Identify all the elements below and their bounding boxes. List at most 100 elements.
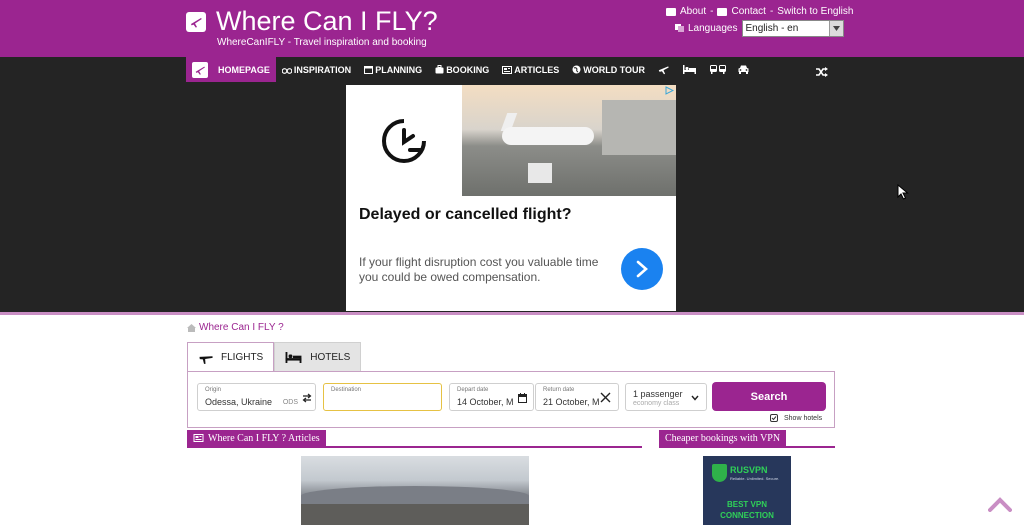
shield-icon <box>712 464 727 482</box>
depart-label: Depart date <box>457 387 489 393</box>
language-row: Languages English - en <box>675 20 844 37</box>
nav-world-tour-label: WORLD TOUR <box>583 64 646 75</box>
breadcrumb: Where Can I FLY ? <box>187 322 284 333</box>
plane-icon[interactable] <box>658 64 669 75</box>
nav-inspiration[interactable]: INSPIRATION <box>281 64 358 75</box>
flight-search-form: Origin Odessa, Ukraine ODS Destination D… <box>187 371 835 428</box>
cabin-class-value: economy class <box>633 400 680 407</box>
mouse-cursor-icon <box>897 184 909 200</box>
newspaper-icon <box>193 434 204 442</box>
close-icon[interactable] <box>600 392 611 403</box>
bed-icon[interactable] <box>683 65 697 74</box>
calendar-icon <box>364 66 374 74</box>
passengers-value: 1 passenger <box>633 389 683 399</box>
envelope-icon <box>717 8 728 16</box>
switch-language-link[interactable]: Switch to English <box>777 6 853 18</box>
chevron-down-icon <box>828 21 843 36</box>
nav-booking-label: BOOKING <box>446 64 490 75</box>
breadcrumb-current[interactable]: Where Can I FLY ? <box>199 322 284 333</box>
origin-code: ODS <box>282 399 298 406</box>
scroll-to-top-icon[interactable] <box>988 496 1012 512</box>
return-label: Return date <box>543 387 575 393</box>
depart-date-field[interactable]: Depart date 14 October, M <box>449 383 534 411</box>
site-logo-icon[interactable] <box>186 12 206 32</box>
divider <box>0 312 1024 315</box>
articles-section-title: Where Can I FLY ? Articles <box>208 432 320 444</box>
search-button[interactable]: Search <box>712 382 826 411</box>
chevron-down-icon <box>691 395 699 401</box>
swap-icon[interactable] <box>302 393 312 403</box>
destination-label: Destination <box>331 387 362 393</box>
vpn-cta-line2: CONNECTION <box>720 511 774 520</box>
passengers-field[interactable]: 1 passenger economy class <box>625 383 707 411</box>
nav-planning[interactable]: PLANNING <box>364 65 429 75</box>
about-link[interactable]: About <box>680 6 706 18</box>
language-select[interactable]: English - en <box>741 20 844 37</box>
nav-homepage[interactable]: HOMEPAGE <box>186 57 276 82</box>
chevron-right-icon <box>636 260 648 278</box>
vpn-brand: RUSVPN <box>730 465 768 475</box>
clock-logo-icon <box>380 117 428 170</box>
tab-flights[interactable]: FLIGHTS <box>187 342 275 372</box>
return-value: 21 October, M <box>543 397 600 407</box>
destination-field[interactable]: Destination <box>323 383 442 411</box>
separator: - <box>710 6 714 17</box>
id-card-icon <box>666 8 676 16</box>
tab-hotels[interactable]: HOTELS <box>274 342 362 372</box>
ad-headline: Delayed or cancelled flight? <box>359 206 572 223</box>
home-icon[interactable] <box>187 323 196 332</box>
origin-value: Odessa, Ukraine <box>205 397 273 407</box>
bed-icon <box>285 352 302 363</box>
languages-label: Languages <box>688 23 738 34</box>
ad-body: If your flight disruption cost you valua… <box>359 255 599 284</box>
airport-photo <box>462 85 676 196</box>
articles-section-header[interactable]: Where Can I FLY ? Articles <box>187 430 326 446</box>
contact-link[interactable]: Contact <box>731 6 765 18</box>
article-thumbnail[interactable] <box>301 456 529 525</box>
newspaper-icon <box>502 65 513 74</box>
origin-field[interactable]: Origin Odessa, Ukraine ODS <box>197 383 316 411</box>
vpn-section-header[interactable]: Cheaper bookings with VPN <box>659 430 787 446</box>
show-hotels-label: Show hotels <box>784 414 823 422</box>
articles-section-underline <box>187 446 642 448</box>
flight-compensation-ad[interactable]: Delayed or cancelled flight? If your fli… <box>346 85 676 311</box>
binoculars-icon <box>281 67 292 74</box>
site-title[interactable]: Where Can I FLY? <box>216 4 438 38</box>
adchoices-icon[interactable] <box>665 86 674 95</box>
language-select-value: English - en <box>745 23 799 34</box>
vpn-section-underline <box>659 446 835 448</box>
nav-world-tour[interactable]: WORLD TOUR <box>572 65 652 75</box>
vpn-ad-banner[interactable]: RUSVPN Reliable. Unlimited. Secure. BEST… <box>703 456 791 525</box>
vpn-cta: BEST VPN CONNECTION <box>703 499 791 521</box>
nav-inspiration-label: INSPIRATION <box>293 64 352 75</box>
separator: - <box>769 6 774 17</box>
tab-hotels-label: HOTELS <box>310 352 351 363</box>
top-links: About - Contact - Switch to English <box>666 6 853 18</box>
nav-planning-label: PLANNING <box>375 64 423 75</box>
nav-booking[interactable]: BOOKING <box>435 65 496 75</box>
main-nav: HOMEPAGE INSPIRATION PLANNING BOOKING AR… <box>186 57 836 82</box>
site-header: Where Can I FLY? WhereCanIFLY - Travel i… <box>0 0 1024 57</box>
ad-cta-button[interactable] <box>621 248 663 290</box>
nav-articles-label: ARTICLES <box>514 64 560 75</box>
vpn-tagline: Reliable. Unlimited. Secure. <box>730 476 780 481</box>
calendar-icon <box>518 393 527 403</box>
depart-value: 14 October, M <box>457 397 514 407</box>
site-subtitle: WhereCanIFLY - Travel inspiration and bo… <box>217 37 427 48</box>
home-logo-icon <box>192 61 208 78</box>
plane-icon <box>199 355 213 364</box>
show-hotels-toggle[interactable]: Show hotels <box>770 414 822 422</box>
checkbox-icon[interactable] <box>770 414 778 422</box>
languages-icon <box>675 23 684 35</box>
tab-flights-label: FLIGHTS <box>221 352 264 363</box>
vpn-section-title: Cheaper bookings with VPN <box>665 432 781 444</box>
shuffle-icon[interactable] <box>816 64 828 82</box>
return-date-field[interactable]: Return date 21 October, M <box>535 383 619 411</box>
car-icon[interactable] <box>738 65 749 74</box>
briefcase-icon <box>435 65 444 74</box>
search-tabs: FLIGHTS HOTELS <box>187 342 362 372</box>
bus-icon[interactable] <box>710 65 727 74</box>
nav-articles[interactable]: ARTICLES <box>502 65 566 75</box>
origin-label: Origin <box>205 387 222 393</box>
vpn-cta-line1: BEST VPN <box>726 500 767 509</box>
